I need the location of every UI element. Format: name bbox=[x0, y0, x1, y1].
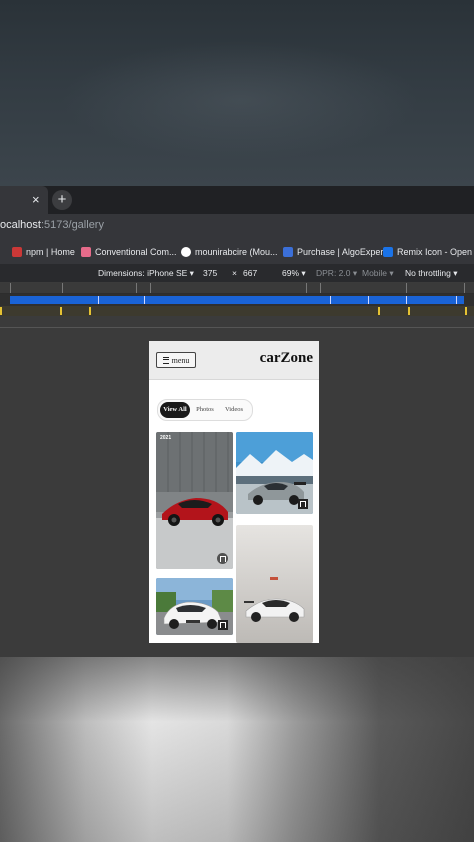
url-path: :5173/gallery bbox=[40, 219, 104, 231]
bookmark-icon[interactable] bbox=[217, 553, 228, 564]
new-tab-button[interactable]: + bbox=[52, 190, 72, 210]
white-peugeot-photo[interactable] bbox=[156, 578, 233, 635]
url-host: ocalhost bbox=[0, 219, 41, 231]
close-tab-icon[interactable]: × bbox=[32, 192, 40, 207]
menu-icon bbox=[162, 356, 169, 364]
bookmark-conventional[interactable]: Conventional Com... bbox=[81, 245, 177, 259]
wallpaper-top bbox=[0, 0, 474, 186]
menu-button[interactable]: menu bbox=[156, 352, 196, 368]
conventional-icon bbox=[81, 247, 91, 257]
bookmark-label: Conventional Com... bbox=[95, 247, 177, 257]
breakpoint-bar[interactable] bbox=[0, 294, 474, 306]
url-text[interactable]: ocalhost:5173/gallery bbox=[0, 219, 104, 231]
white-gtr-photo[interactable] bbox=[236, 525, 313, 643]
filter-photos[interactable]: Photos bbox=[192, 402, 218, 418]
menu-label: menu bbox=[171, 355, 190, 365]
bookmark-label: Purchase | AlgoExpert bbox=[297, 247, 386, 257]
npm-icon bbox=[12, 247, 22, 257]
bookmark-icon[interactable] bbox=[218, 620, 228, 630]
throttling-select[interactable]: No throttling ▾ bbox=[405, 268, 457, 279]
brand-logo[interactable]: carZone bbox=[260, 350, 313, 367]
filter-view-all[interactable]: View All bbox=[160, 402, 190, 418]
porsche-snow-photo[interactable] bbox=[236, 432, 313, 514]
breakpoint-range[interactable] bbox=[10, 296, 464, 304]
bookmark-label: mounirabcire (Mou... bbox=[195, 247, 278, 257]
github-icon bbox=[181, 247, 191, 257]
bookmark-algoexpert[interactable]: Purchase | AlgoExpert bbox=[283, 245, 386, 259]
mode-select[interactable]: Mobile ▾ bbox=[362, 268, 394, 279]
gallery-filter: View All Photos Videos bbox=[157, 399, 253, 421]
height-input[interactable]: 667 bbox=[243, 268, 257, 278]
filter-videos[interactable]: Videos bbox=[220, 402, 248, 418]
bookmark-icon[interactable] bbox=[298, 499, 308, 509]
tab-strip: × + bbox=[0, 186, 474, 214]
ruler-bottom bbox=[0, 316, 474, 328]
address-bar[interactable]: ocalhost:5173/gallery bbox=[0, 214, 474, 238]
bookmark-remix[interactable]: Remix Icon - Open s... bbox=[383, 245, 474, 259]
remix-icon bbox=[383, 247, 393, 257]
red-supercar-image bbox=[156, 432, 233, 569]
wallpaper-bottom bbox=[0, 657, 474, 842]
width-input[interactable]: 375 bbox=[203, 268, 217, 278]
bookmark-label: npm | Home bbox=[26, 247, 75, 257]
times-sign: × bbox=[232, 268, 237, 278]
zoom-select[interactable]: 69% ▾ bbox=[282, 268, 306, 279]
media-query-ruler[interactable] bbox=[0, 283, 474, 294]
browser-tab[interactable]: × bbox=[0, 186, 48, 214]
red-supercar-photo[interactable]: 2021 bbox=[156, 432, 233, 569]
app-header: menu carZone bbox=[149, 341, 319, 380]
white-gtr-image bbox=[236, 525, 313, 643]
year-badge: 2021 bbox=[160, 435, 172, 441]
breakpoint-ruler[interactable] bbox=[0, 306, 474, 316]
bookmarks-bar: npm | Home Conventional Com... mounirabc… bbox=[0, 238, 474, 265]
bookmark-label: Remix Icon - Open s... bbox=[397, 247, 474, 257]
device-toolbar: Dimensions: iPhone SE ▾ 375 × 667 69% ▾ … bbox=[0, 264, 474, 282]
device-viewport: menu carZone View All Photos Videos 2021 bbox=[149, 341, 319, 643]
bookmark-npm[interactable]: npm | Home bbox=[12, 245, 75, 259]
dpr-select[interactable]: DPR: 2.0 ▾ bbox=[316, 268, 357, 279]
algoexpert-icon bbox=[283, 247, 293, 257]
bookmark-github[interactable]: mounirabcire (Mou... bbox=[181, 245, 278, 259]
device-select[interactable]: Dimensions: iPhone SE ▾ bbox=[98, 268, 194, 279]
